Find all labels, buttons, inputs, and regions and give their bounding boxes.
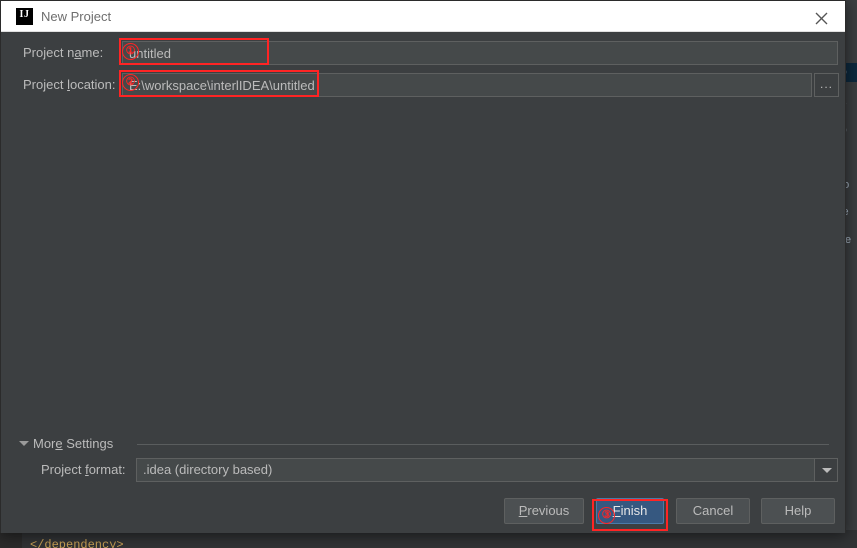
- project-name-input[interactable]: [122, 41, 838, 65]
- more-settings-label[interactable]: More Settings: [33, 436, 113, 452]
- project-name-label: Project name:: [23, 45, 104, 60]
- dialog-title: New Project: [41, 9, 112, 24]
- background-bottom-code-text: </dependency>: [30, 539, 124, 548]
- help-button[interactable]: Help: [761, 498, 835, 524]
- more-settings-separator: [137, 444, 829, 445]
- chevron-down-icon: [822, 468, 832, 473]
- project-format-label: Project format:: [41, 462, 126, 477]
- dialog-body: Project name: Project location: ... More…: [1, 32, 845, 533]
- previous-button[interactable]: Previous: [504, 498, 584, 524]
- project-format-combobox[interactable]: .idea (directory based): [136, 458, 838, 482]
- dialog-titlebar: IJ New Project: [1, 1, 845, 32]
- finish-button[interactable]: Finish: [596, 498, 664, 524]
- more-settings-section: More Settings: [19, 436, 829, 454]
- intellij-idea-icon: IJ: [16, 8, 33, 25]
- new-project-dialog: IJ New Project Project name: Project loc…: [0, 0, 846, 533]
- chevron-down-icon[interactable]: [19, 441, 29, 446]
- project-location-label: Project location:: [23, 77, 116, 92]
- browse-location-button[interactable]: ...: [814, 73, 839, 97]
- project-format-dropdown-button[interactable]: [814, 459, 837, 481]
- project-location-input[interactable]: [122, 73, 812, 97]
- cancel-button[interactable]: Cancel: [676, 498, 750, 524]
- close-icon[interactable]: [805, 5, 837, 29]
- project-format-value: .idea (directory based): [143, 462, 273, 477]
